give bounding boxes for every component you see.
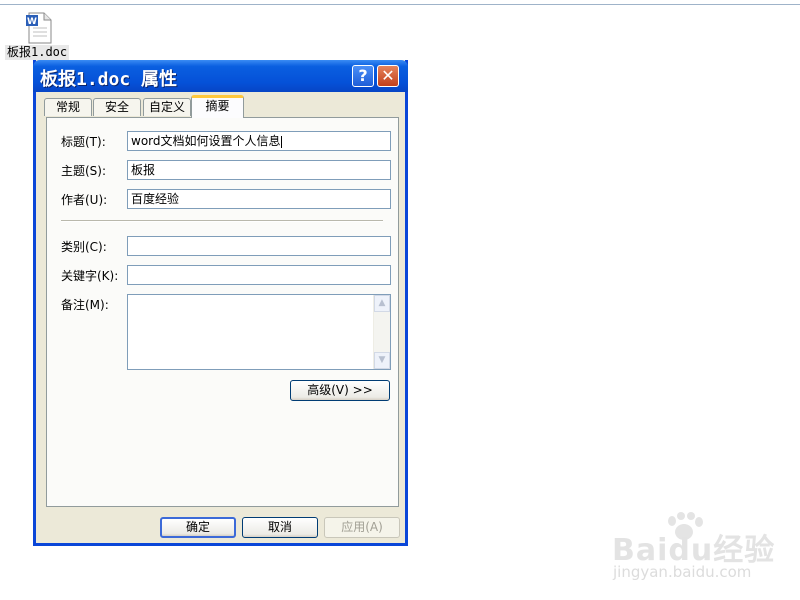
keywords-field[interactable] — [127, 265, 391, 285]
dialog-titlebar[interactable]: 板报1.doc 属性 ? ✕ — [33, 60, 408, 92]
title-field[interactable]: word文档如何设置个人信息 — [127, 131, 391, 151]
comments-textarea[interactable]: ▲ ▼ — [127, 294, 391, 370]
word-document-icon[interactable]: W — [25, 12, 53, 44]
cancel-button[interactable]: 取消 — [242, 517, 318, 538]
properties-dialog: 板报1.doc 属性 ? ✕ 常规 安全 自定义 摘要 标题(T): word文… — [33, 60, 408, 546]
baidu-watermark-url: jingyan.baidu.com — [613, 563, 752, 581]
category-label: 类别(C): — [61, 240, 107, 254]
author-label: 作者(U): — [61, 193, 108, 207]
text-caret — [280, 135, 282, 148]
tab-custom[interactable]: 自定义 — [143, 98, 191, 116]
tab-general[interactable]: 常规 — [44, 98, 92, 116]
dialog-title: 板报1.doc 属性 — [40, 69, 178, 90]
apply-button[interactable]: 应用(A) — [324, 517, 400, 538]
tab-security[interactable]: 安全 — [93, 98, 141, 116]
subject-label: 主题(S): — [61, 164, 107, 178]
scroll-down-icon[interactable]: ▼ — [374, 352, 390, 369]
file-name-label[interactable]: 板报1.doc — [5, 45, 70, 60]
comments-label: 备注(M): — [61, 298, 109, 312]
title-value: word文档如何设置个人信息 — [131, 134, 281, 148]
comments-scrollbar[interactable]: ▲ ▼ — [373, 295, 390, 369]
title-label: 标题(T): — [61, 135, 106, 149]
window-top-border — [0, 4, 800, 5]
svg-text:W: W — [27, 17, 37, 27]
ok-button[interactable]: 确定 — [160, 517, 236, 538]
tab-summary[interactable]: 摘要 — [191, 95, 244, 118]
subject-field[interactable]: 板报 — [127, 160, 391, 180]
author-field[interactable]: 百度经验 — [127, 189, 391, 209]
separator — [61, 220, 383, 222]
scroll-up-icon[interactable]: ▲ — [374, 295, 390, 312]
advanced-button[interactable]: 高级(V) >> — [290, 380, 390, 401]
category-field[interactable] — [127, 236, 391, 256]
summary-panel: 标题(T): word文档如何设置个人信息 主题(S): 板报 作者(U): 百… — [46, 117, 399, 507]
keywords-label: 关键字(K): — [61, 269, 119, 283]
close-icon[interactable]: ✕ — [377, 65, 399, 87]
help-icon[interactable]: ? — [352, 65, 374, 87]
